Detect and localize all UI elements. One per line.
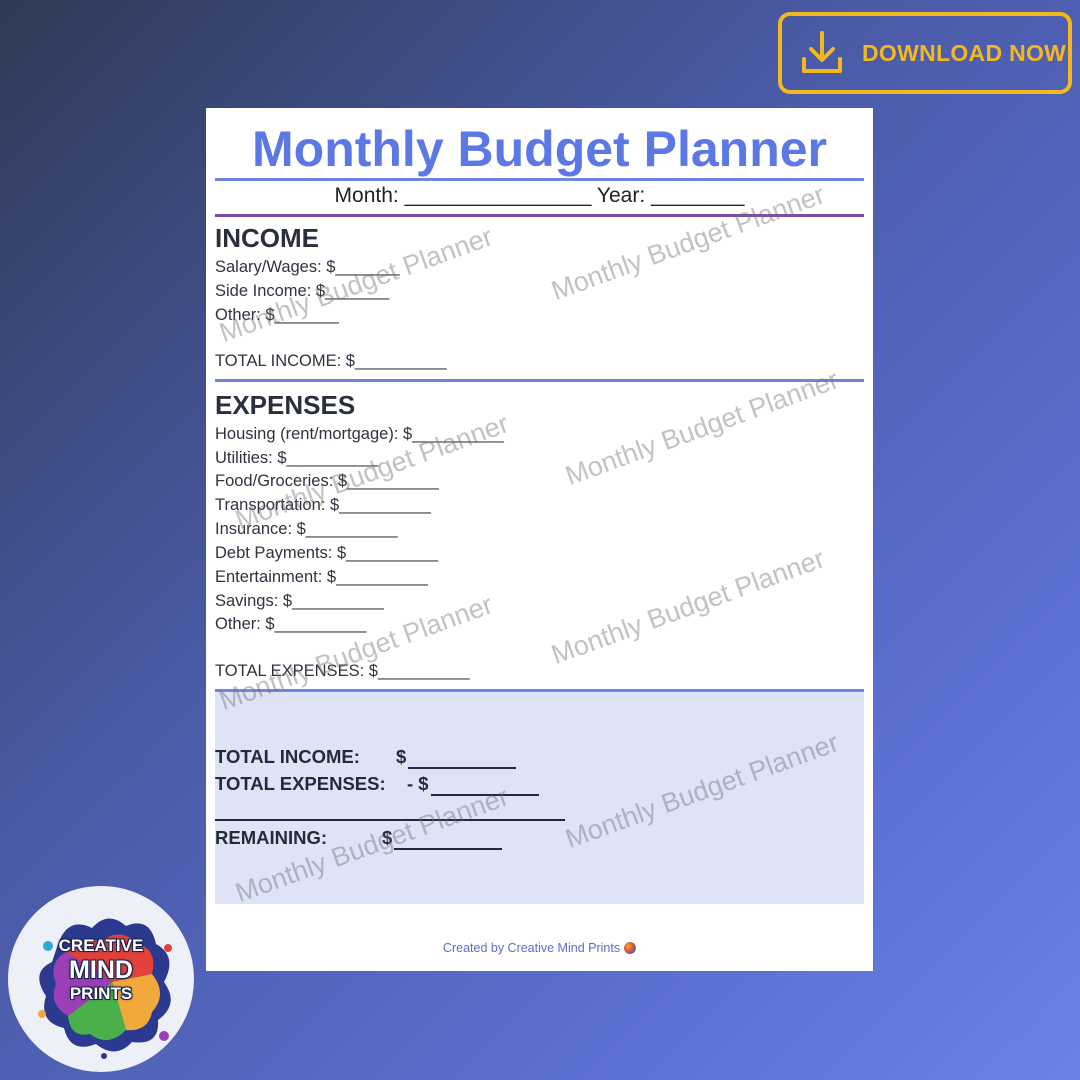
expense-food: Food/Groceries: $__________ — [215, 472, 439, 490]
summary-total-expenses-blank — [431, 794, 539, 796]
logo-line-3: PRINTS — [69, 984, 133, 1003]
logo-line-2: MIND — [69, 956, 133, 984]
footer-text: Created by Creative Mind Prints — [442, 941, 621, 955]
summary-total-expenses-label: TOTAL EXPENSES: — [215, 773, 386, 794]
expense-transportation: Transportation: $__________ — [215, 496, 431, 514]
download-now-label: DOWNLOAD NOW — [862, 39, 1067, 66]
expenses-heading: EXPENSES — [215, 390, 356, 420]
page-title: Monthly Budget Planner — [252, 121, 827, 177]
summary-box — [215, 692, 864, 904]
income-rule — [215, 379, 864, 382]
summary-divider — [215, 819, 565, 821]
budget-planner-page: Monthly Budget Planner Month: __________… — [206, 108, 873, 971]
month-year-line: Month: ________________ Year: ________ — [334, 184, 745, 207]
watermark: Monthly Budget Planner — [561, 364, 843, 492]
title-rule — [215, 178, 864, 181]
footer-credit: Created by Creative Mind Prints — [206, 941, 873, 955]
summary-total-income-label: TOTAL INCOME: — [215, 746, 360, 767]
watermark: Monthly Budget Planner — [547, 543, 829, 671]
summary-remaining-value: $ — [382, 827, 393, 848]
income-other: Other: $_______ — [215, 306, 339, 324]
expense-insurance: Insurance: $__________ — [215, 520, 398, 538]
summary-remaining-blank — [394, 848, 502, 850]
expense-entertainment: Entertainment: $__________ — [215, 568, 428, 586]
summary-total-income-blank — [408, 767, 516, 769]
expense-savings: Savings: $__________ — [215, 592, 384, 610]
expense-debt: Debt Payments: $__________ — [215, 544, 438, 562]
creative-mind-prints-logo: CREATIVE MIND PRINTS — [8, 886, 194, 1072]
expense-utilities: Utilities: $__________ — [215, 449, 379, 467]
expense-housing: Housing (rent/mortgage): $__________ — [215, 425, 504, 443]
download-now-button[interactable]: DOWNLOAD NOW — [778, 12, 1072, 94]
download-icon — [800, 29, 844, 77]
income-salary: Salary/Wages: $_______ — [215, 258, 400, 276]
expenses-total: TOTAL EXPENSES: $__________ — [215, 662, 470, 680]
summary-remaining-label: REMAINING: — [215, 827, 328, 848]
summary-total-income-value: $ — [396, 746, 407, 767]
income-side: Side Income: $_______ — [215, 282, 390, 300]
summary-total-expenses-value: - $ — [407, 773, 429, 794]
logo-line-1: CREATIVE — [58, 936, 144, 955]
footer-logo-icon — [624, 942, 637, 954]
header-rule — [215, 214, 864, 217]
income-total: TOTAL INCOME: $__________ — [215, 352, 447, 370]
income-heading: INCOME — [215, 223, 319, 253]
expense-other: Other: $__________ — [215, 615, 367, 633]
